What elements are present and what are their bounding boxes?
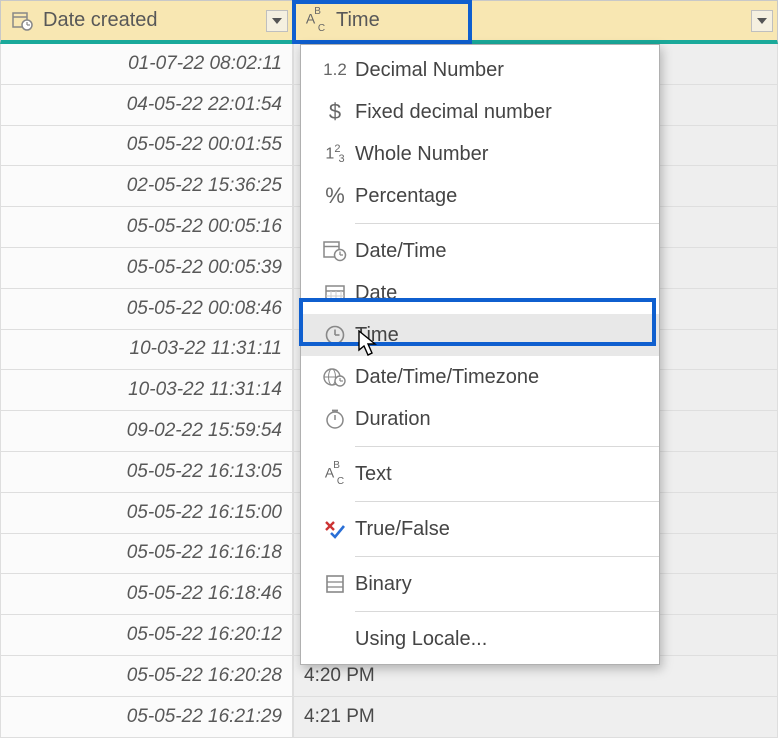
tf-icon <box>315 519 355 539</box>
table-cell-date[interactable]: 05-05-22 16:16:18 <box>0 534 293 575</box>
menu-item-label: Date <box>355 282 645 305</box>
menu-item-time[interactable]: Time <box>301 314 659 356</box>
table-cell-date[interactable]: 04-05-22 22:01:54 <box>0 85 293 126</box>
table-cell-date[interactable]: 01-07-22 08:02:11 <box>0 44 293 85</box>
%-icon: % <box>315 183 355 209</box>
menu-item-label: Text <box>355 463 645 486</box>
column-label: Time <box>336 9 751 32</box>
menu-separator <box>355 556 659 557</box>
menu-item-label: Decimal Number <box>355 59 645 82</box>
column-date-created: Date created 01-07-22 08:02:1104-05-22 2… <box>0 0 293 738</box>
time-icon <box>315 324 355 346</box>
datetime-icon[interactable] <box>9 9 37 33</box>
menu-item-fixed-decimal-number[interactable]: $Fixed decimal number <box>301 91 659 133</box>
table-cell-date[interactable]: 05-05-22 16:20:28 <box>0 656 293 697</box>
text-type-icon[interactable]: ABC <box>302 9 330 33</box>
menu-separator <box>355 501 659 502</box>
chevron-down-icon <box>272 18 282 24</box>
$-icon: $ <box>315 99 355 125</box>
menu-item-label: Date/Time <box>355 240 645 263</box>
column-filter-dropdown[interactable] <box>751 10 773 32</box>
table-cell-date[interactable]: 05-05-22 00:01:55 <box>0 126 293 167</box>
table-cell-date[interactable]: 02-05-22 15:36:25 <box>0 166 293 207</box>
table-cell-date[interactable]: 05-05-22 00:05:16 <box>0 207 293 248</box>
menu-item-using-locale[interactable]: Using Locale... <box>301 618 659 660</box>
column-header-date-created[interactable]: Date created <box>0 0 293 44</box>
menu-item-duration[interactable]: Duration <box>301 398 659 440</box>
table-cell-date[interactable]: 05-05-22 16:21:29 <box>0 697 293 738</box>
menu-item-text[interactable]: ABCText <box>301 453 659 495</box>
menu-separator <box>355 446 659 447</box>
menu-item-label: Date/Time/Timezone <box>355 366 645 389</box>
table-cell-date[interactable]: 05-05-22 16:15:00 <box>0 493 293 534</box>
abc-icon: ABC <box>315 466 355 482</box>
menu-item-label: Whole Number <box>355 143 645 166</box>
datetime-icon <box>315 240 355 262</box>
data-type-menu: 1.2Decimal Number$Fixed decimal number12… <box>300 44 660 665</box>
menu-item-label: Fixed decimal number <box>355 101 645 124</box>
column-label: Date created <box>43 9 266 32</box>
1.2-icon: 1.2 <box>315 60 355 80</box>
date-icon <box>315 283 355 303</box>
menu-item-date-time-timezone[interactable]: Date/Time/Timezone <box>301 356 659 398</box>
menu-separator <box>355 223 659 224</box>
menu-item-label: Using Locale... <box>355 628 645 651</box>
menu-item-whole-number[interactable]: 123Whole Number <box>301 133 659 175</box>
table-cell-date[interactable]: 10-03-22 11:31:14 <box>0 370 293 411</box>
tz-icon <box>315 366 355 388</box>
bin-icon <box>315 574 355 594</box>
menu-item-date[interactable]: Date <box>301 272 659 314</box>
menu-item-label: Percentage <box>355 185 645 208</box>
menu-item-percentage[interactable]: %Percentage <box>301 175 659 217</box>
table-cell-date[interactable]: 09-02-22 15:59:54 <box>0 411 293 452</box>
dur-icon <box>315 408 355 430</box>
menu-item-label: Duration <box>355 408 645 431</box>
table-cell-date[interactable]: 05-05-22 16:20:12 <box>0 615 293 656</box>
menu-item-binary[interactable]: Binary <box>301 563 659 605</box>
menu-item-decimal-number[interactable]: 1.2Decimal Number <box>301 49 659 91</box>
table-cell-date[interactable]: 05-05-22 00:05:39 <box>0 248 293 289</box>
menu-item-label: Binary <box>355 573 645 596</box>
menu-separator <box>355 611 659 612</box>
column-filter-dropdown[interactable] <box>266 10 288 32</box>
table-cell-date[interactable]: 05-05-22 16:18:46 <box>0 574 293 615</box>
menu-item-date-time[interactable]: Date/Time <box>301 230 659 272</box>
menu-item-true-false[interactable]: True/False <box>301 508 659 550</box>
menu-item-label: Time <box>355 324 645 347</box>
chevron-down-icon <box>757 18 767 24</box>
column-header-time[interactable]: ABC Time <box>293 0 778 44</box>
table-cell-date[interactable]: 05-05-22 16:13:05 <box>0 452 293 493</box>
123-icon: 123 <box>315 143 355 166</box>
table-cell-date[interactable]: 10-03-22 11:31:11 <box>0 330 293 371</box>
table-cell-time[interactable]: 4:21 PM <box>293 697 778 738</box>
table-cell-date[interactable]: 05-05-22 00:08:46 <box>0 289 293 330</box>
menu-item-label: True/False <box>355 518 645 541</box>
